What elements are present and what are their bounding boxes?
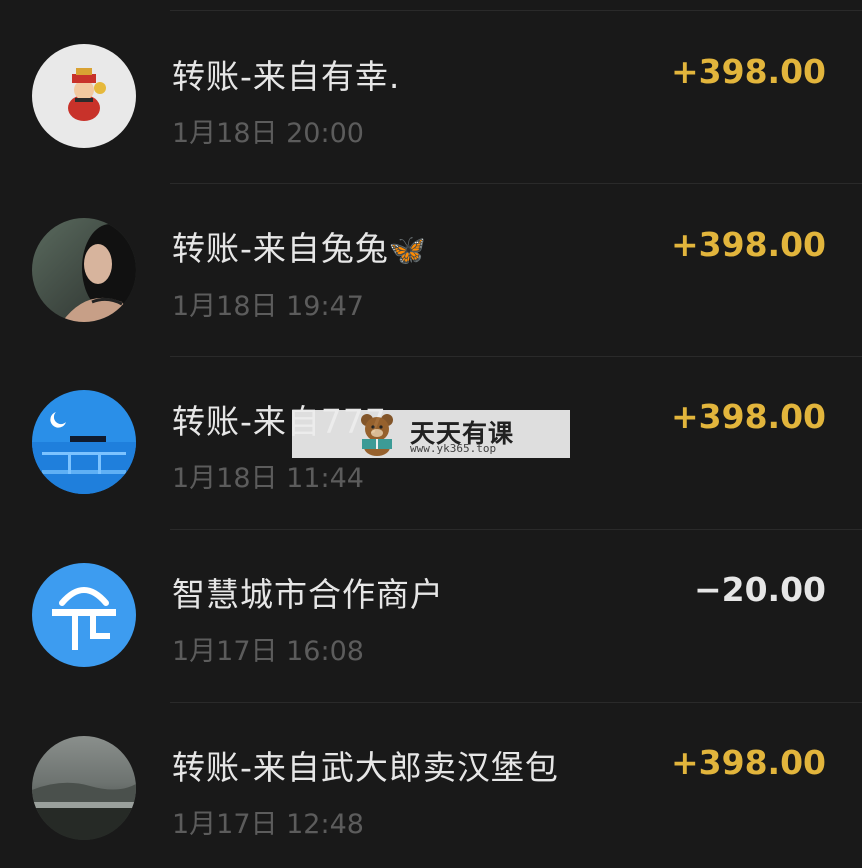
transaction-time: 1月18日 20:00: [172, 118, 364, 149]
caishen-avatar-icon: [32, 44, 136, 148]
transaction-list: 转账-来自有幸. 1月18日 20:00 +398.00 转账-来自兔兔🦋 1月…: [0, 0, 862, 868]
transaction-amount: +398.00: [671, 743, 826, 782]
transaction-amount: +398.00: [671, 52, 826, 91]
smart-city-logo-icon: [32, 563, 136, 667]
transaction-row[interactable]: 智慧城市合作商户 1月17日 16:08 −20.00: [0, 530, 862, 702]
butterfly-icon: 🦋: [388, 233, 428, 268]
watermark-banner: 天天有课 www.yk365.top: [292, 410, 570, 458]
blue-night-avatar-icon: [32, 390, 136, 494]
landscape-avatar-icon: [32, 736, 136, 840]
transaction-title: 转账-来自兔兔🦋: [172, 222, 427, 270]
transaction-time: 1月18日 11:44: [172, 463, 364, 494]
transaction-title: 转账-来自有幸.: [172, 57, 401, 96]
bear-mascot-icon: [354, 411, 400, 461]
transaction-time: 1月17日 16:08: [172, 636, 364, 667]
transaction-row[interactable]: 转账-来自武大郎卖汉堡包 1月17日 12:48 +398.00: [0, 703, 862, 868]
transaction-amount: +398.00: [671, 225, 826, 264]
watermark-url: www.yk365.top: [410, 442, 497, 455]
transaction-amount: +398.00: [671, 397, 826, 436]
transaction-amount: −20.00: [693, 570, 826, 609]
transaction-title: 智慧城市合作商户: [172, 575, 444, 614]
transaction-row[interactable]: 转账-来自兔兔🦋 1月18日 19:47 +398.00: [0, 184, 862, 356]
transaction-time: 1月18日 19:47: [172, 291, 364, 322]
transaction-title: 转账-来自武大郎卖汉堡包: [172, 748, 559, 787]
transaction-time: 1月17日 12:48: [172, 809, 364, 840]
woman-portrait-avatar-icon: [32, 218, 136, 322]
transaction-title-text: 转账-来自兔兔: [172, 229, 389, 268]
transaction-row[interactable]: 转账-来自有幸. 1月18日 20:00 +398.00: [0, 11, 862, 183]
